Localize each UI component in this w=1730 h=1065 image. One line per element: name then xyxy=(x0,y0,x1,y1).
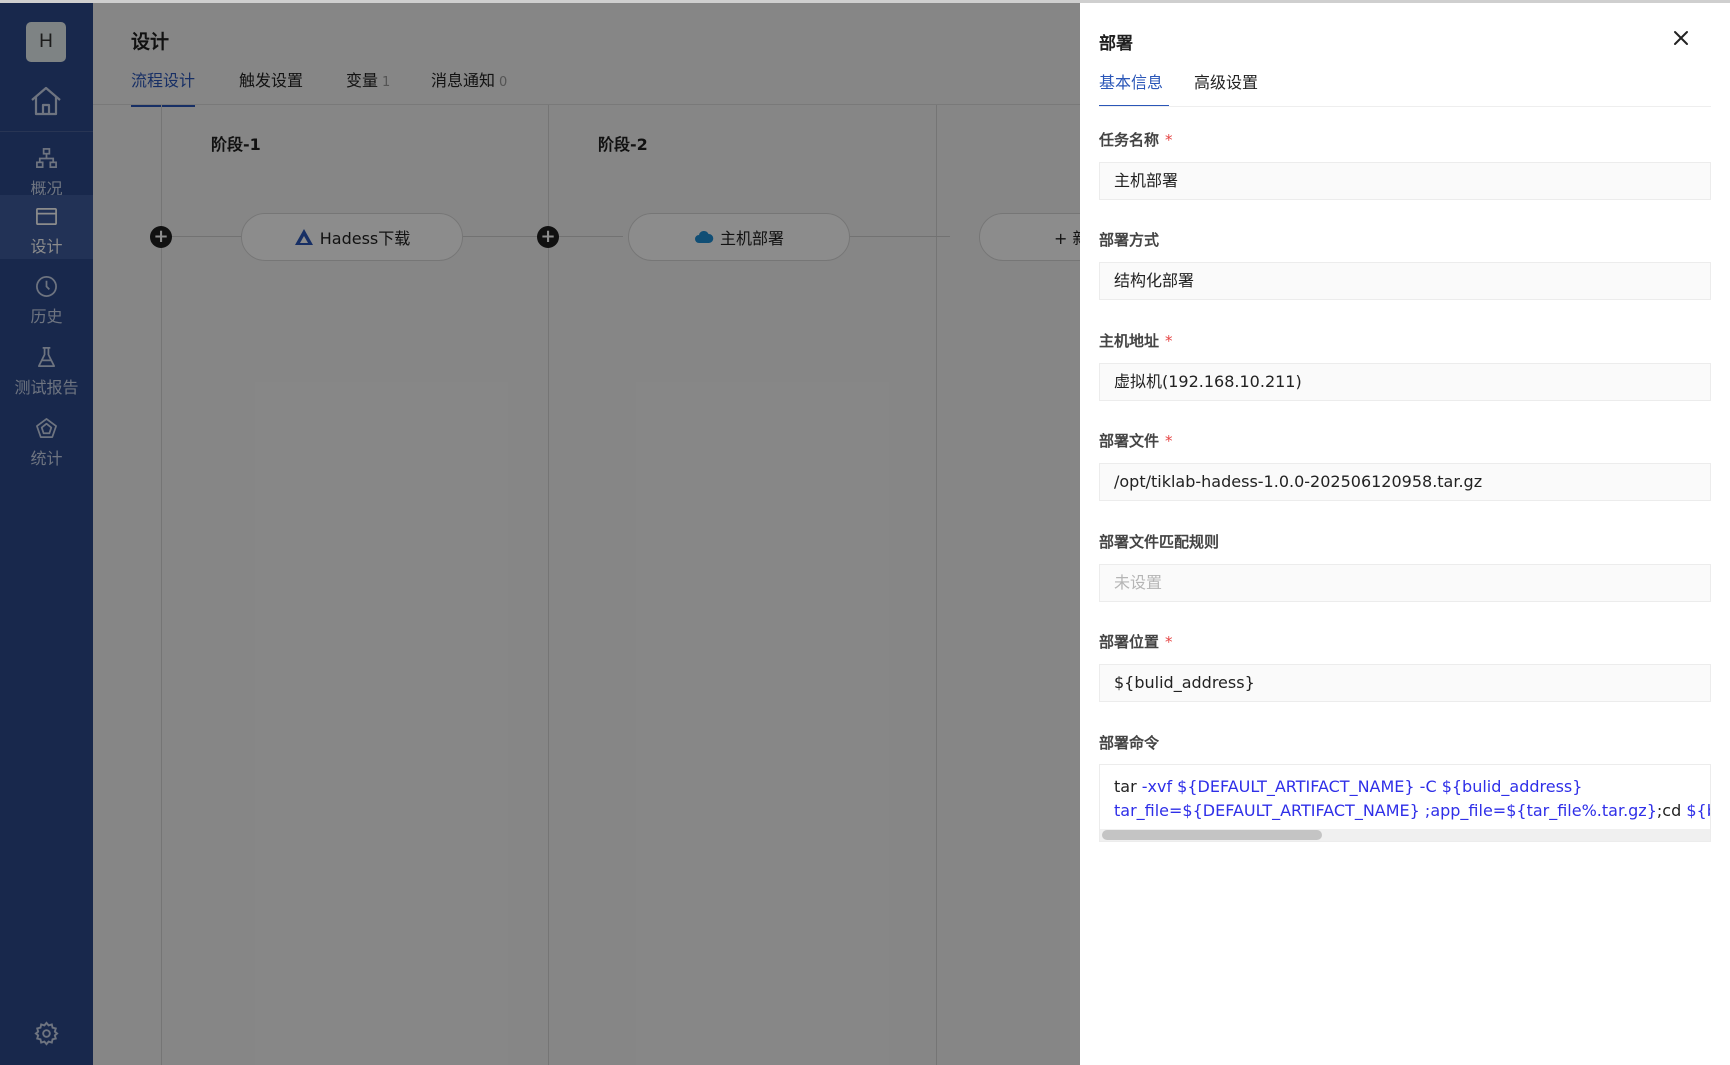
label-text: 部署位置 xyxy=(1099,633,1160,651)
label-text: 任务名称 xyxy=(1099,131,1160,149)
host-address-select[interactable]: 虚拟机(192.168.10.211) xyxy=(1099,363,1711,401)
label-text: 主机地址 xyxy=(1099,332,1160,350)
modal-overlay[interactable] xyxy=(0,0,1080,1065)
task-name-input[interactable]: 主机部署 xyxy=(1099,162,1711,200)
required-mark: * xyxy=(1165,432,1173,450)
required-mark: * xyxy=(1165,332,1173,350)
tab-basic-info[interactable]: 基本信息 xyxy=(1099,69,1169,107)
field-label-deploy-file: 部署文件 * xyxy=(1099,430,1173,451)
command-args: tar_file=${DEFAULT_ARTIFACT_NAME} ;app_f… xyxy=(1114,801,1657,820)
field-label-task-name: 任务名称 * xyxy=(1099,129,1173,150)
command-keyword: ;cd xyxy=(1656,801,1687,820)
deploy-location-input[interactable]: ${bulid_address} xyxy=(1099,664,1711,702)
field-label-deploy-method: 部署方式 xyxy=(1099,229,1159,250)
label-text: 部署文件匹配规则 xyxy=(1099,533,1220,551)
deploy-command-editor[interactable]: tar -xvf ${DEFAULT_ARTIFACT_NAME} -C ${b… xyxy=(1099,764,1711,842)
label-text: 部署文件 xyxy=(1099,432,1160,450)
command-line: tar_file=${DEFAULT_ARTIFACT_NAME} ;app_f… xyxy=(1114,801,1710,820)
horizontal-scrollbar[interactable] xyxy=(1100,829,1710,841)
close-icon[interactable] xyxy=(1670,27,1692,49)
drawer-tabs-divider xyxy=(1099,106,1711,107)
tab-advanced-settings[interactable]: 高级设置 xyxy=(1194,69,1258,105)
label-text: 部署方式 xyxy=(1099,231,1160,249)
drawer-title: 部署 xyxy=(1099,34,1133,54)
scrollbar-thumb[interactable] xyxy=(1102,830,1322,840)
command-args: ${bulid_a xyxy=(1686,801,1710,820)
command-keyword: tar xyxy=(1114,777,1137,796)
task-drawer: 部署 基本信息 高级设置 任务名称 * 主机部署 部署方式 结构化部署 主机地址 *… xyxy=(1080,3,1730,1065)
command-line: tar -xvf ${DEFAULT_ARTIFACT_NAME} -C ${b… xyxy=(1114,777,1582,796)
field-label-host-address: 主机地址 * xyxy=(1099,330,1173,351)
field-label-deploy-command: 部署命令 xyxy=(1099,732,1159,753)
field-label-deploy-location: 部署位置 * xyxy=(1099,631,1173,652)
label-text: 部署命令 xyxy=(1099,734,1160,752)
top-strip xyxy=(0,0,1730,3)
required-mark: * xyxy=(1165,633,1173,651)
field-label-file-match-rule: 部署文件匹配规则 xyxy=(1099,531,1219,552)
deploy-method-select[interactable]: 结构化部署 xyxy=(1099,262,1711,300)
file-match-rule-input[interactable]: 未设置 xyxy=(1099,564,1711,602)
command-args: -xvf ${DEFAULT_ARTIFACT_NAME} -C ${bulid… xyxy=(1136,777,1583,796)
deploy-file-input[interactable]: /opt/tiklab-hadess-1.0.0-202506120958.ta… xyxy=(1099,463,1711,501)
required-mark: * xyxy=(1165,131,1173,149)
